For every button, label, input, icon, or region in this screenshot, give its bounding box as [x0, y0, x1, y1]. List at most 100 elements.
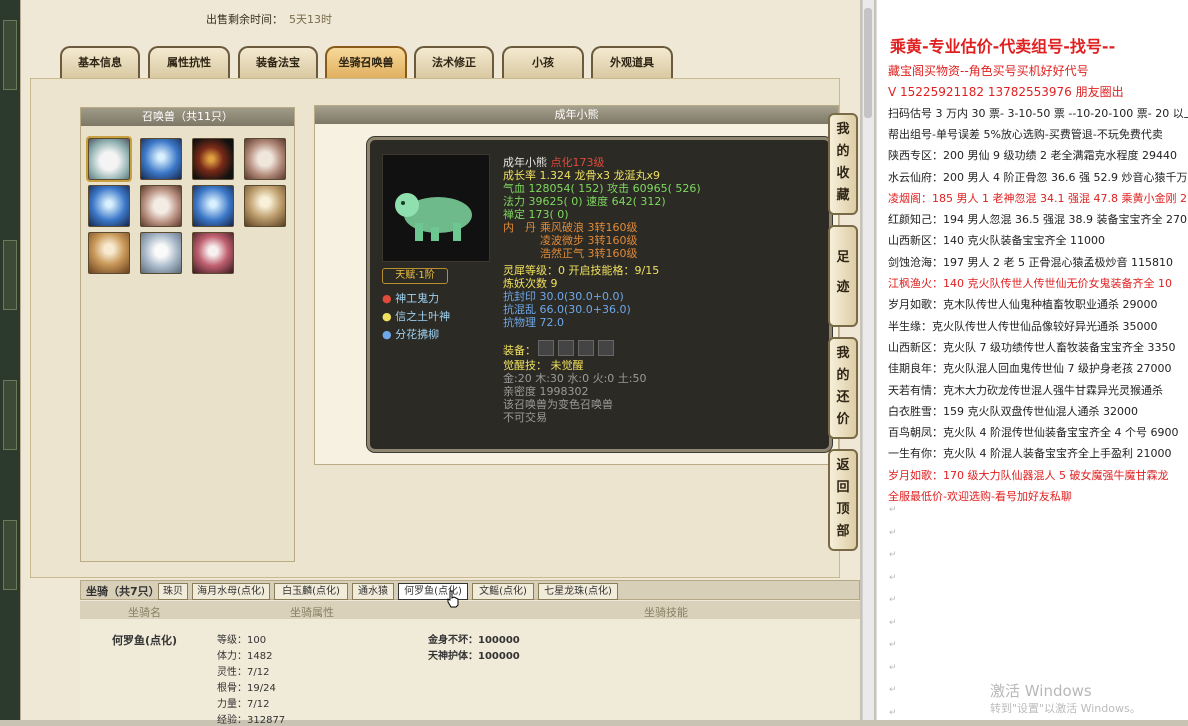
- pet-dan-2: 凌波微步 3转160级: [540, 234, 638, 247]
- pet-speed: 速度 642( 312): [586, 195, 666, 208]
- equip-slot[interactable]: [578, 340, 594, 356]
- my-favorites-button[interactable]: 我的收藏: [828, 113, 858, 215]
- mount-tab[interactable]: 海月水母(点化): [192, 583, 270, 600]
- pet-thumbnail[interactable]: [88, 185, 130, 227]
- mount-tab[interactable]: 通水猿: [352, 583, 394, 600]
- pet-thumbnail[interactable]: [140, 185, 182, 227]
- doc-line: 百鸟朝凤：克火队 4 阶混传世仙装备宝宝齐全 4 个号 6900: [888, 426, 1179, 440]
- pet-thumbnail[interactable]: [244, 138, 286, 180]
- pet-dan-3: 浩然正气 3转160级: [540, 247, 638, 260]
- pet-thumbnail[interactable]: [192, 185, 234, 227]
- pet-skill-2[interactable]: ● 信之土叶神: [382, 310, 450, 323]
- pet-skill-1[interactable]: ● 神工鬼力: [382, 292, 439, 305]
- mount-header-name: 坐骑名: [128, 606, 161, 619]
- hand-cursor-icon: [447, 590, 459, 608]
- pet-thumbnail[interactable]: [192, 232, 234, 274]
- tab-mount-pets[interactable]: 坐骑召唤兽: [325, 46, 407, 78]
- mount-tab[interactable]: 七星龙珠(点化): [538, 583, 618, 600]
- footprint-label: 足迹: [836, 250, 850, 295]
- pet-skill-3[interactable]: ● 分花拂柳: [382, 328, 439, 341]
- doc-line: V 15225921182 13782553976 朋友圈出: [888, 85, 1124, 100]
- mount-table-header: [80, 601, 860, 619]
- tab-equipment[interactable]: 装备法宝: [238, 46, 318, 78]
- pet-growth-line: 成长率 1.324 龙骨x3 龙涎丸x9: [503, 169, 660, 182]
- mount-count-title: 坐骑（共7只）: [86, 585, 160, 598]
- strip-thumbnail: [3, 520, 17, 590]
- sale-value: 5天13时: [289, 13, 332, 26]
- equip-slot[interactable]: [598, 340, 614, 356]
- pet-skill-label: 神工鬼力: [395, 292, 440, 305]
- skill-icon: ●: [382, 292, 392, 305]
- pet-list-title: 召唤兽（共11只）: [81, 108, 294, 126]
- strip-thumbnail: [3, 20, 17, 90]
- mount-attr-spirit: 灵性：7/12: [217, 667, 270, 678]
- pet-mp-speed: 法力 39625( 0) 速度 642( 312): [503, 195, 666, 208]
- doc-line: 一生有你：克火队 4 阶混人装备宝宝齐全上手盈利 21000: [888, 447, 1172, 461]
- doc-line: 藏宝阁买物资--角色买号买机好好代号: [888, 64, 1089, 78]
- mount-header-attrs: 坐骑属性: [290, 606, 334, 619]
- equip-slot[interactable]: [558, 340, 574, 356]
- doc-line: 岁月如歌：克木队传世人仙鬼种植畜牧职业通杀 29000: [888, 298, 1158, 312]
- mount-tab[interactable]: 文鳐(点化): [472, 583, 534, 600]
- tab-basic-info[interactable]: 基本信息: [60, 46, 140, 78]
- my-counter-offers-label: 我的还价: [836, 346, 850, 427]
- pet-elements: 金:20 木:30 水:0 火:0 土:50: [503, 372, 647, 385]
- pet-thumbnail[interactable]: [140, 138, 182, 180]
- pet-name: 成年小熊: [503, 156, 547, 169]
- pet-hp-attack: 气血 128054( 152) 攻击 60965( 526): [503, 182, 701, 195]
- doc-line: 红颜知己：194 男人忽混 36.5 强混 38.9 装备宝宝齐全 270: [888, 213, 1187, 227]
- paragraph-mark-icon: ↵: [889, 640, 897, 650]
- mount-attr-root: 根骨：19/24: [217, 683, 276, 694]
- pet-tooltip-card: 天赋·1阶 ● 神工鬼力 ● 信之土叶神 ● 分花拂柳 成年小熊 点化173级 …: [367, 137, 832, 452]
- mount-attr-stamina: 体力：1482: [217, 651, 273, 662]
- paragraph-mark-icon: ↵: [889, 708, 897, 718]
- pet-thumbnail[interactable]: [192, 138, 234, 180]
- activation-watermark-sub: 转到"设置"以激活 Windows。: [990, 702, 1141, 715]
- pet-intimacy: 亲密度 1998302: [503, 385, 589, 398]
- doc-line: 水云仙府：200 男人 4 阶正骨忽 36.6 强 52.9 炒音心猿千万: [888, 170, 1188, 184]
- equip-slot[interactable]: [538, 340, 554, 356]
- mount-tab[interactable]: 白玉麟(点化): [274, 583, 348, 600]
- tab-attributes[interactable]: 属性抗性: [148, 46, 230, 78]
- pet-awaken: 觉醒技： 未觉醒: [503, 359, 584, 372]
- mount-attr-strength: 力量：7/12: [217, 699, 270, 710]
- strip-thumbnail: [3, 240, 17, 310]
- mount-attr-exp: 经验：312877: [217, 715, 286, 726]
- pet-dan-label: 内 丹: [503, 221, 536, 234]
- mount-name: 何罗鱼(点化): [112, 634, 178, 647]
- footprint-button[interactable]: 足迹: [828, 225, 858, 327]
- pet-resist-physical: 抗物理 72.0: [503, 316, 564, 329]
- paragraph-mark-icon: ↵: [889, 505, 897, 515]
- my-favorites-label: 我的收藏: [836, 122, 850, 203]
- sale-remaining: 出售剩余时间： 5天13时: [206, 11, 332, 27]
- tab-child[interactable]: 小孩: [502, 46, 584, 78]
- paragraph-mark-icon: ↵: [889, 550, 897, 560]
- mount-attr-level: 等级：100: [217, 635, 267, 646]
- scrollbar-thumb[interactable]: [864, 8, 872, 118]
- doc-line: 山西新区：140 克火队装备宝宝齐全 11000: [888, 234, 1105, 248]
- doc-line: 扫码估号 3 万内 30 票- 3-10-50 票 --10-20-100 票-…: [888, 106, 1188, 120]
- tab-appearance[interactable]: 外观道具: [591, 46, 673, 78]
- pet-thumbnail-polar-bear[interactable]: [86, 136, 132, 182]
- pet-thumbnail[interactable]: [140, 232, 182, 274]
- strip-thumbnail: [3, 380, 17, 450]
- pet-thumbnail[interactable]: [88, 232, 130, 274]
- doc-line: 岁月如歌：170 级大力队仙器混人 5 破女魔强牛魔甘霖龙: [888, 468, 1169, 482]
- paragraph-mark-icon: ↵: [889, 618, 897, 628]
- back-to-top-button[interactable]: 返回顶部: [828, 449, 858, 551]
- my-counter-offers-button[interactable]: 我的还价: [828, 337, 858, 439]
- doc-line: 剑蚀沧海：197 男人 2 老 5 正骨混心猿孟极炒音 115810: [888, 255, 1173, 269]
- doc-line: 陕西专区：200 男仙 9 级功绩 2 老全满霜克水程度 29440: [888, 149, 1177, 163]
- mount-header-skills: 坐骑技能: [644, 606, 688, 619]
- pet-skill-label: 信之土叶神: [395, 310, 451, 323]
- paragraph-mark-icon: ↵: [889, 595, 897, 605]
- doc-line: 半生缘：克火队传世人传世仙品像较好异光通杀 35000: [888, 319, 1158, 333]
- pet-thumbnail[interactable]: [244, 185, 286, 227]
- pet-resist-seal: 抗封印 30.0(30.0+0.0): [503, 290, 624, 303]
- pet-attack: 攻击 60965( 526): [607, 182, 701, 195]
- tab-spell-mods[interactable]: 法术修正: [414, 46, 494, 78]
- mount-tab[interactable]: 珠贝: [158, 583, 188, 600]
- pet-skill-label: 分花拂柳: [395, 328, 440, 341]
- pet-note-trade: 不可交易: [503, 411, 547, 424]
- doc-title: 乘黄-专业估价-代卖组号-找号--: [890, 37, 1116, 56]
